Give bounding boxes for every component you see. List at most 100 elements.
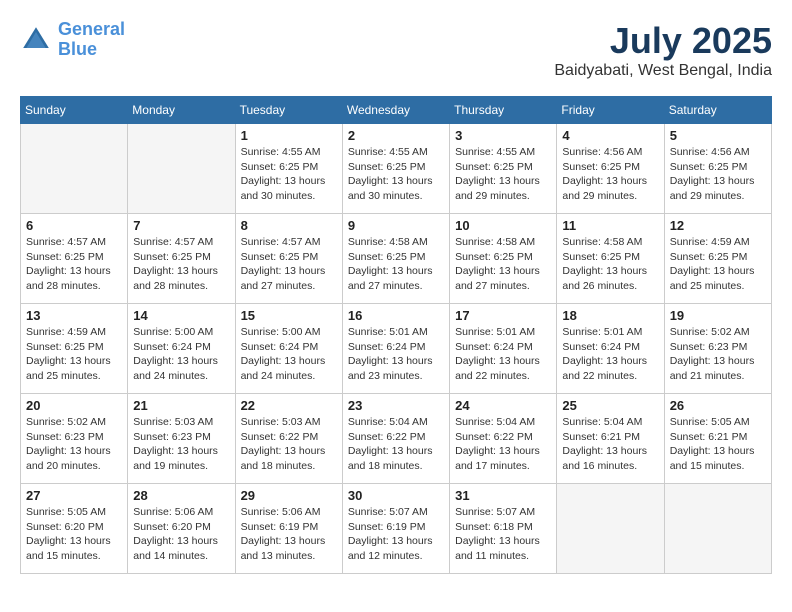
calendar-day-cell: 9Sunrise: 4:58 AM Sunset: 6:25 PM Daylig… [342, 214, 449, 304]
day-number: 24 [455, 398, 551, 413]
title-block: July 2025 Baidyabati, West Bengal, India [554, 20, 772, 80]
calendar-day-cell [128, 124, 235, 214]
calendar-day-cell: 17 Sunrise: 5:01 AM Sunset: 6:24 PM Dayli… [450, 304, 557, 394]
day-number: 19 [670, 308, 766, 323]
calendar-day-cell [21, 124, 128, 214]
day-number: 16 [348, 308, 444, 323]
day-info: Sunrise: 4:58 AM Sunset: 6:25 PM Dayligh… [348, 235, 444, 294]
page-header: General Blue July 2025 Baidyabati, West … [20, 20, 772, 80]
day-info: Sunrise: 5:00 AM Sunset: 6:24 PM Dayligh… [241, 325, 337, 384]
day-number: 11 [562, 218, 658, 233]
day-number: 25 [562, 398, 658, 413]
day-info: Sunrise: 4:55 AM Sunset: 6:25 PM Dayligh… [241, 145, 337, 204]
calendar-week-row: 27Sunrise: 5:05 AM Sunset: 6:20 PM Dayli… [21, 484, 772, 574]
day-number: 31 [455, 488, 551, 503]
calendar-week-row: 13 Sunrise: 4:59 AM Sunset: 6:25 PM Dayli… [21, 304, 772, 394]
calendar-day-cell: 7 Sunrise: 4:57 AM Sunset: 6:25 PM Daylig… [128, 214, 235, 304]
day-number: 13 [26, 308, 122, 323]
day-number: 3 [455, 128, 551, 143]
calendar-day-cell: 24 Sunrise: 5:04 AM Sunset: 6:22 PM Dayli… [450, 394, 557, 484]
calendar-day-cell: 30 Sunrise: 5:07 AM Sunset: 6:19 PM Dayli… [342, 484, 449, 574]
day-of-week-header: Thursday [450, 97, 557, 124]
day-info: Sunrise: 4:55 AM Sunset: 6:25 PM Dayligh… [348, 145, 444, 204]
calendar-day-cell: 4 Sunrise: 4:56 AM Sunset: 6:25 PM Daylig… [557, 124, 664, 214]
calendar-day-cell: 2 Sunrise: 4:55 AM Sunset: 6:25 PM Daylig… [342, 124, 449, 214]
calendar-day-cell: 8 Sunrise: 4:57 AM Sunset: 6:25 PM Daylig… [235, 214, 342, 304]
day-number: 14 [133, 308, 229, 323]
day-number: 22 [241, 398, 337, 413]
location: Baidyabati, West Bengal, India [554, 62, 772, 80]
day-number: 15 [241, 308, 337, 323]
day-info: Sunrise: 5:02 AM Sunset: 6:23 PM Dayligh… [26, 415, 122, 474]
day-info: Sunrise: 5:01 AM Sunset: 6:24 PM Dayligh… [348, 325, 444, 384]
day-of-week-header: Tuesday [235, 97, 342, 124]
day-info: Sunrise: 4:55 AM Sunset: 6:25 PM Dayligh… [455, 145, 551, 204]
logo: General Blue [20, 20, 125, 60]
day-number: 2 [348, 128, 444, 143]
calendar-day-cell: 21 Sunrise: 5:03 AM Sunset: 6:23 PM Dayli… [128, 394, 235, 484]
calendar-day-cell [664, 484, 771, 574]
day-number: 7 [133, 218, 229, 233]
calendar-day-cell: 22 Sunrise: 5:03 AM Sunset: 6:22 PM Dayli… [235, 394, 342, 484]
day-number: 21 [133, 398, 229, 413]
day-info: Sunrise: 5:07 AM Sunset: 6:19 PM Dayligh… [348, 505, 444, 564]
day-number: 18 [562, 308, 658, 323]
calendar-week-row: 1Sunrise: 4:55 AM Sunset: 6:25 PM Daylig… [21, 124, 772, 214]
day-info: Sunrise: 4:57 AM Sunset: 6:25 PM Dayligh… [241, 235, 337, 294]
day-info: Sunrise: 5:03 AM Sunset: 6:22 PM Dayligh… [241, 415, 337, 474]
day-number: 10 [455, 218, 551, 233]
calendar-day-cell: 14 Sunrise: 5:00 AM Sunset: 6:24 PM Dayli… [128, 304, 235, 394]
calendar-day-cell: 6 Sunrise: 4:57 AM Sunset: 6:25 PM Daylig… [21, 214, 128, 304]
day-of-week-header: Sunday [21, 97, 128, 124]
day-number: 4 [562, 128, 658, 143]
calendar-day-cell: 29 Sunrise: 5:06 AM Sunset: 6:19 PM Dayli… [235, 484, 342, 574]
calendar-table: SundayMondayTuesdayWednesdayThursdayFrid… [20, 96, 772, 574]
day-of-week-header: Wednesday [342, 97, 449, 124]
calendar-day-cell: 18Sunrise: 5:01 AM Sunset: 6:24 PM Dayli… [557, 304, 664, 394]
day-info: Sunrise: 4:59 AM Sunset: 6:25 PM Dayligh… [670, 235, 766, 294]
day-info: Sunrise: 5:03 AM Sunset: 6:23 PM Dayligh… [133, 415, 229, 474]
day-number: 12 [670, 218, 766, 233]
day-info: Sunrise: 4:58 AM Sunset: 6:25 PM Dayligh… [455, 235, 551, 294]
day-info: Sunrise: 5:07 AM Sunset: 6:18 PM Dayligh… [455, 505, 551, 564]
day-number: 20 [26, 398, 122, 413]
day-info: Sunrise: 5:04 AM Sunset: 6:21 PM Dayligh… [562, 415, 658, 474]
calendar-day-cell: 16 Sunrise: 5:01 AM Sunset: 6:24 PM Dayli… [342, 304, 449, 394]
day-number: 6 [26, 218, 122, 233]
day-info: Sunrise: 5:06 AM Sunset: 6:19 PM Dayligh… [241, 505, 337, 564]
day-info: Sunrise: 4:57 AM Sunset: 6:25 PM Dayligh… [26, 235, 122, 294]
day-info: Sunrise: 5:05 AM Sunset: 6:20 PM Dayligh… [26, 505, 122, 564]
day-info: Sunrise: 5:04 AM Sunset: 6:22 PM Dayligh… [348, 415, 444, 474]
day-info: Sunrise: 5:02 AM Sunset: 6:23 PM Dayligh… [670, 325, 766, 384]
day-info: Sunrise: 5:01 AM Sunset: 6:24 PM Dayligh… [455, 325, 551, 384]
calendar-day-cell: 11 Sunrise: 4:58 AM Sunset: 6:25 PM Dayli… [557, 214, 664, 304]
day-info: Sunrise: 5:04 AM Sunset: 6:22 PM Dayligh… [455, 415, 551, 474]
day-info: Sunrise: 4:59 AM Sunset: 6:25 PM Dayligh… [26, 325, 122, 384]
day-number: 28 [133, 488, 229, 503]
logo-text: General Blue [58, 20, 125, 60]
month-year: July 2025 [554, 20, 772, 62]
calendar-day-cell: 28 Sunrise: 5:06 AM Sunset: 6:20 PM Dayli… [128, 484, 235, 574]
calendar-header-row: SundayMondayTuesdayWednesdayThursdayFrid… [21, 97, 772, 124]
day-number: 26 [670, 398, 766, 413]
day-number: 29 [241, 488, 337, 503]
day-info: Sunrise: 4:58 AM Sunset: 6:25 PM Dayligh… [562, 235, 658, 294]
calendar-day-cell: 23 Sunrise: 5:04 AM Sunset: 6:22 PM Dayli… [342, 394, 449, 484]
calendar-day-cell: 5Sunrise: 4:56 AM Sunset: 6:25 PM Daylig… [664, 124, 771, 214]
day-info: Sunrise: 5:06 AM Sunset: 6:20 PM Dayligh… [133, 505, 229, 564]
day-info: Sunrise: 5:00 AM Sunset: 6:24 PM Dayligh… [133, 325, 229, 384]
calendar-day-cell: 19 Sunrise: 5:02 AM Sunset: 6:23 PM Dayli… [664, 304, 771, 394]
day-number: 30 [348, 488, 444, 503]
calendar-day-cell: 26Sunrise: 5:05 AM Sunset: 6:21 PM Dayli… [664, 394, 771, 484]
day-info: Sunrise: 4:57 AM Sunset: 6:25 PM Dayligh… [133, 235, 229, 294]
day-number: 23 [348, 398, 444, 413]
day-number: 17 [455, 308, 551, 323]
calendar-week-row: 20 Sunrise: 5:02 AM Sunset: 6:23 PM Dayli… [21, 394, 772, 484]
calendar-day-cell: 31 Sunrise: 5:07 AM Sunset: 6:18 PM Dayli… [450, 484, 557, 574]
day-number: 8 [241, 218, 337, 233]
day-info: Sunrise: 4:56 AM Sunset: 6:25 PM Dayligh… [562, 145, 658, 204]
calendar-day-cell: 13 Sunrise: 4:59 AM Sunset: 6:25 PM Dayli… [21, 304, 128, 394]
day-of-week-header: Friday [557, 97, 664, 124]
calendar-day-cell: 12 Sunrise: 4:59 AM Sunset: 6:25 PM Dayli… [664, 214, 771, 304]
day-info: Sunrise: 4:56 AM Sunset: 6:25 PM Dayligh… [670, 145, 766, 204]
